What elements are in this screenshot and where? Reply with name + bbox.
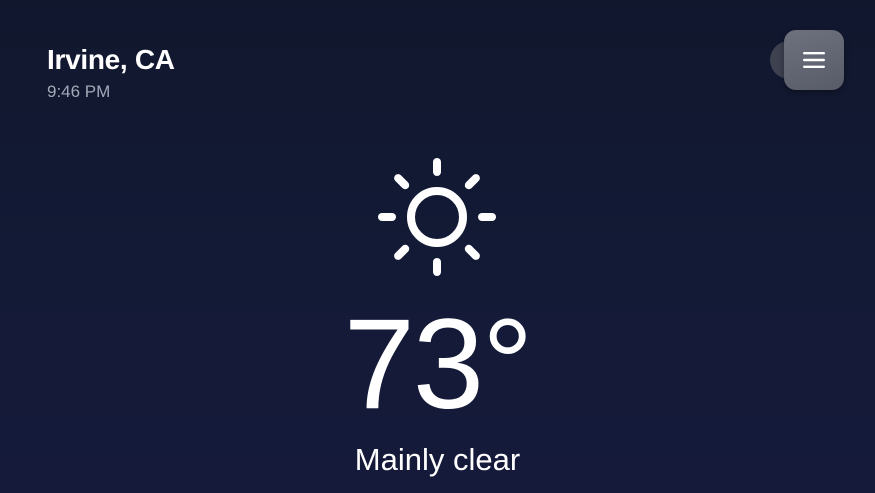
current-temperature: 73° <box>343 293 534 436</box>
local-time: 9:46 PM <box>47 82 111 101</box>
hamburger-menu-icon <box>802 50 826 70</box>
weather-condition: Mainly clear <box>354 442 521 477</box>
weather-app: Irvine, CA 9:46 PM 73° Mainly clear <box>0 0 875 493</box>
location-header: Irvine, CA 9:46 PM <box>47 42 175 102</box>
sun-icon <box>374 154 500 280</box>
city-name: Irvine, CA <box>47 44 175 75</box>
menu-button[interactable] <box>784 30 844 90</box>
